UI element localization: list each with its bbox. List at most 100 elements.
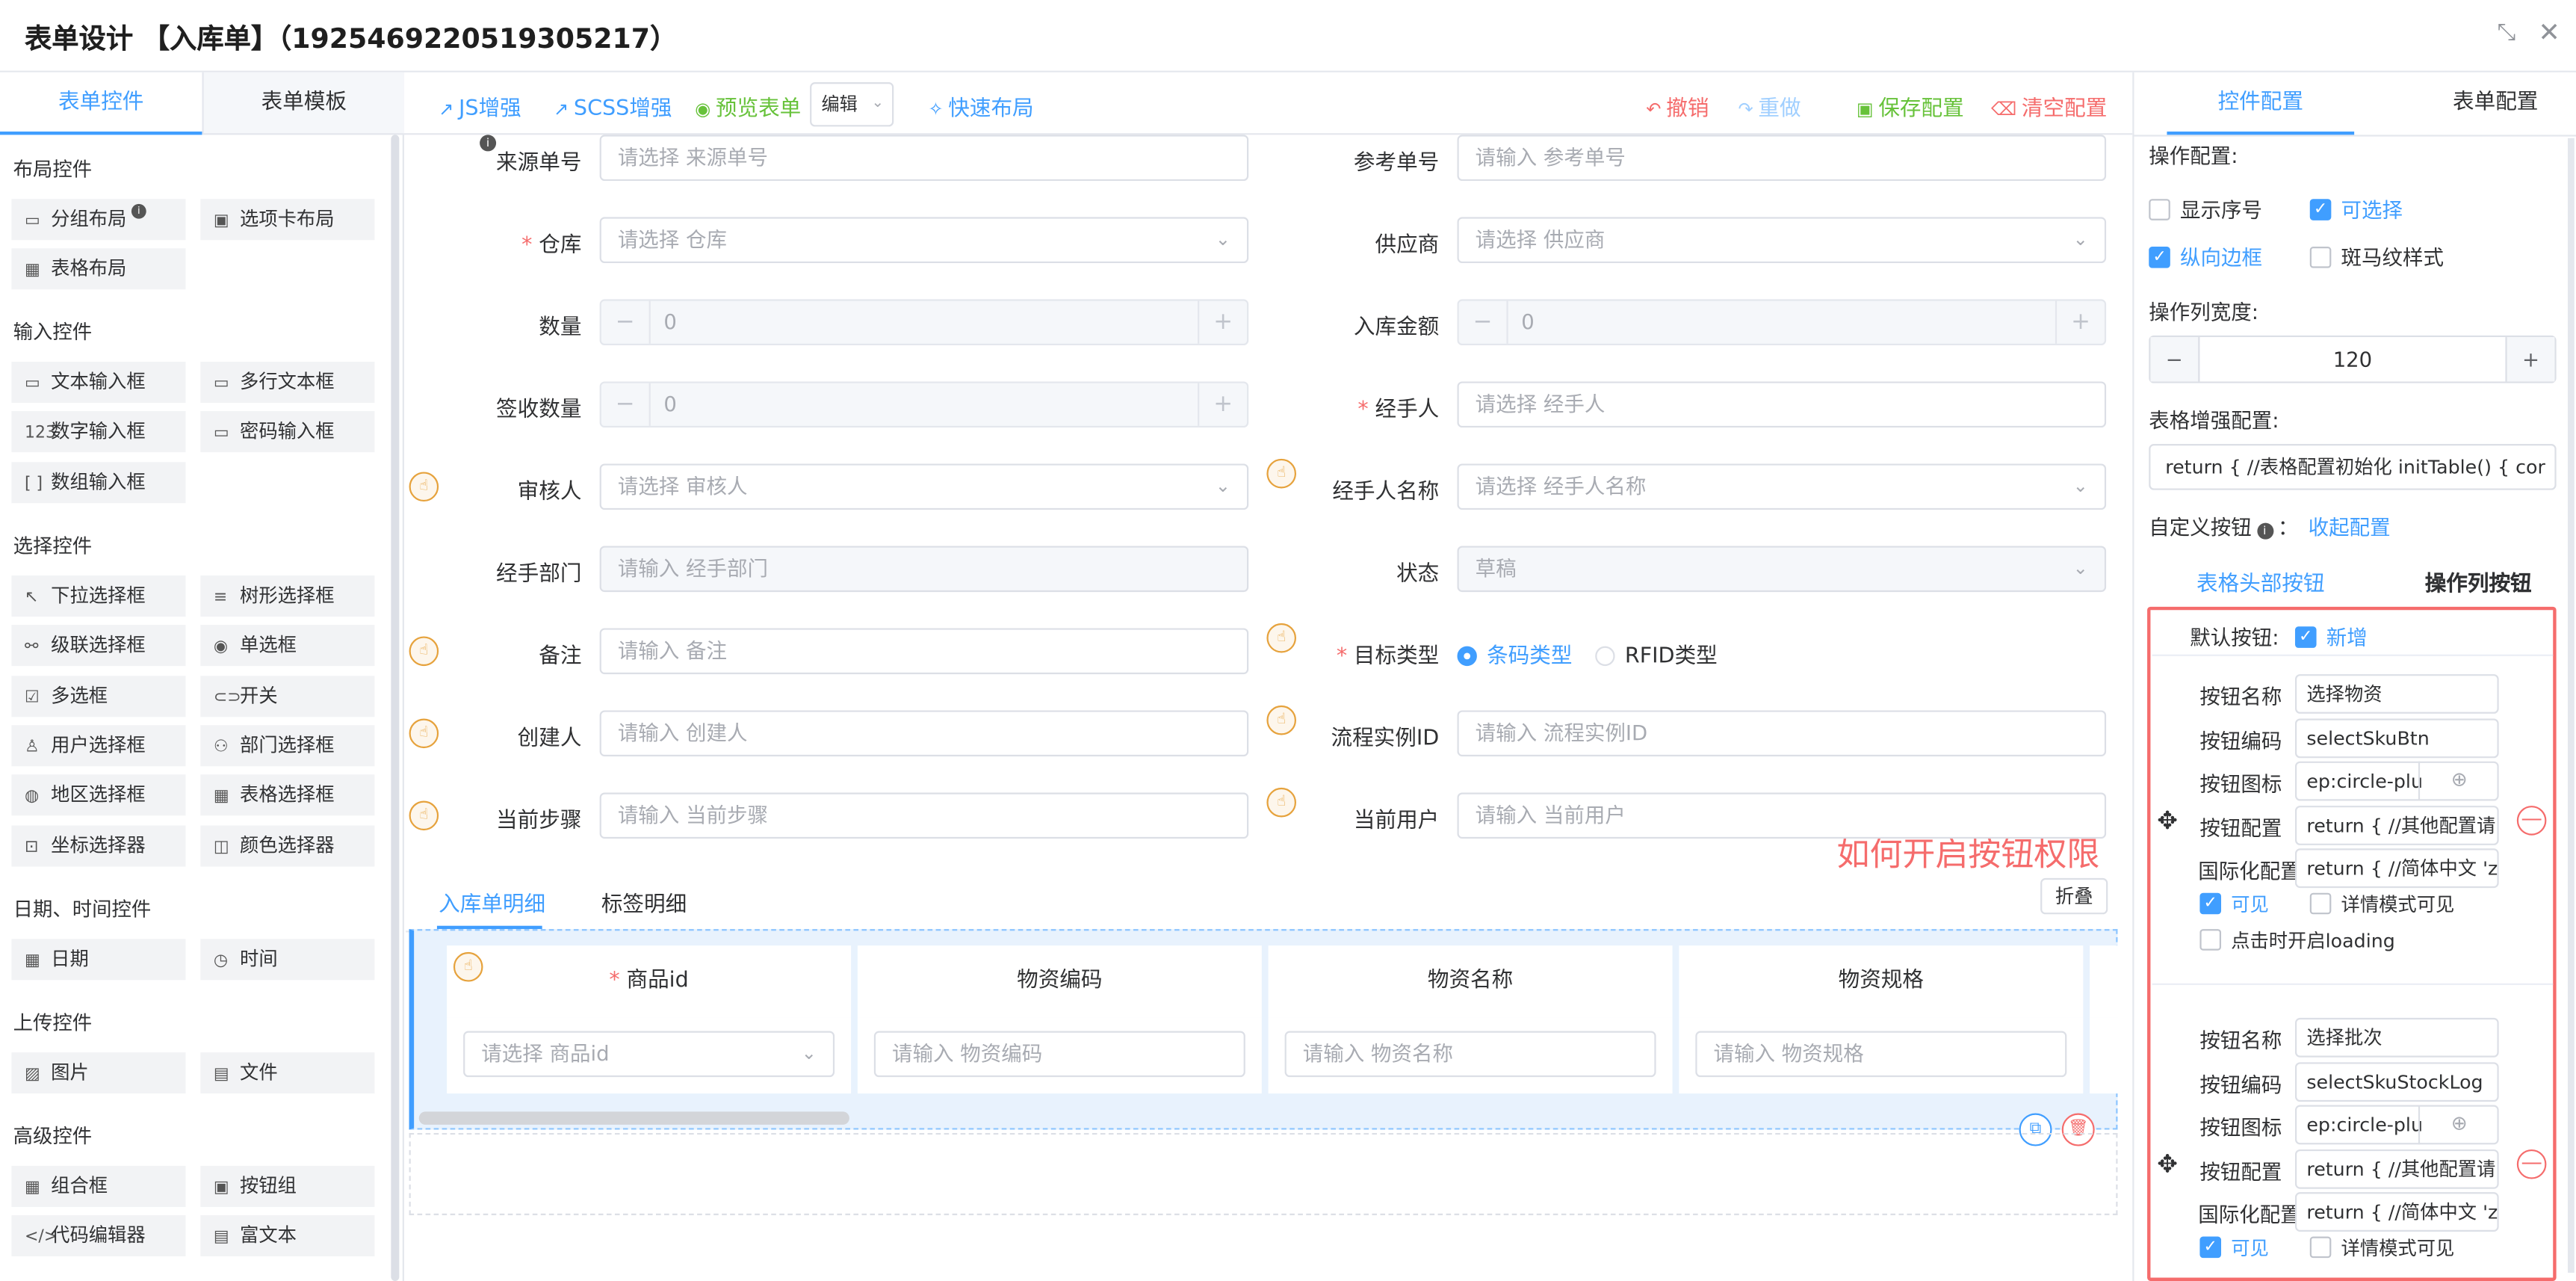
hint-icon[interactable]: ☝ (409, 472, 439, 502)
palette-item[interactable]: ▨ 图片 (11, 1052, 186, 1094)
radio-icon[interactable] (1595, 645, 1615, 665)
subtable-scrollbar[interactable] (418, 1111, 849, 1125)
palette-item[interactable]: ▦ 表格选择框 (200, 774, 375, 816)
redo-button[interactable]: ↷ 重做 (1739, 90, 1801, 122)
number-input[interactable]: −0 + (599, 381, 1249, 428)
table-cell-input[interactable]: 请选择 商品id ⌄ (463, 1031, 835, 1078)
detail-visible-checkbox[interactable]: 详情模式可见 (2309, 1235, 2454, 1261)
zebra-checkbox[interactable]: 斑马纹样式 (2309, 240, 2444, 271)
remove-circle-icon[interactable]: — (2516, 806, 2547, 836)
field-input[interactable]: 请选择 来源单号 (599, 135, 1249, 182)
checkbox[interactable] (2149, 199, 2170, 220)
palette-item[interactable]: </>代码编辑器 (11, 1215, 186, 1257)
mode-select[interactable]: 编辑 ⌄ (810, 82, 894, 127)
move-icon[interactable]: ✥ (2157, 806, 2178, 836)
vertical-border-checkbox[interactable]: ✓ 纵向边框 (2149, 240, 2262, 271)
right-scrollbar[interactable] (2568, 138, 2575, 1273)
close-icon[interactable]: ✕ (2538, 16, 2560, 48)
field-input[interactable]: 请选择 仓库 ⌄ (599, 217, 1249, 264)
field-input[interactable]: 请选择 审核人 ⌄ (599, 463, 1249, 510)
field-input[interactable]: 请选择 供应商 ⌄ (1457, 217, 2107, 264)
field-input[interactable]: 请输入 参考单号 (1457, 135, 2107, 182)
loading-checkbox[interactable]: 点击时开启loading (2199, 927, 2395, 954)
button-field-input[interactable]: return { //简体中文 'z (2294, 1192, 2499, 1232)
hint-icon[interactable]: ☝ (409, 718, 439, 749)
clear-config-button[interactable]: ⌫ 清空配置 (1991, 90, 2107, 122)
plus-icon[interactable]: + (1198, 300, 1247, 344)
radio-icon[interactable] (1457, 645, 1477, 665)
tab-label-detail[interactable]: 标签明细 (601, 886, 687, 918)
palette-item[interactable]: ▣ 选项卡布局 (200, 199, 375, 241)
op-width-stepper[interactable]: − 120 + (2149, 335, 2557, 383)
detail-visible-checkbox[interactable]: 详情模式可见 (2309, 892, 2454, 918)
hint-icon[interactable]: ☝ (453, 951, 483, 982)
button-field-input[interactable]: return { //其他配置请 (2294, 1148, 2499, 1188)
palette-item[interactable]: ▦ 组合框 (11, 1165, 186, 1207)
button-field-input[interactable]: 选择批次 (2294, 1017, 2499, 1058)
button-field-input[interactable]: selectSkuBtn (2294, 717, 2499, 758)
drop-zone[interactable] (409, 1132, 2118, 1215)
button-field-input[interactable]: 选择物资 (2294, 674, 2499, 714)
button-field-input[interactable]: return { //简体中文 'z (2294, 848, 2499, 889)
quick-layout-button[interactable]: ✧ 快速布局 (928, 90, 1033, 122)
palette-item[interactable]: 123数字输入框 (11, 411, 186, 453)
hint-icon[interactable]: ☝ (1266, 705, 1296, 735)
palette-item[interactable]: ◍ 地区选择框 (11, 774, 186, 816)
hint-icon[interactable]: ☝ (1266, 787, 1296, 818)
minus-icon[interactable]: − (2150, 337, 2200, 382)
field-input[interactable]: 请输入 经手部门 (599, 546, 1249, 593)
checkbox[interactable] (2309, 892, 2332, 915)
radio-label[interactable]: 条码类型 (1487, 644, 1572, 669)
compress-icon[interactable]: ⤡ (2497, 19, 2515, 46)
check-icon[interactable]: ✓ (2309, 199, 2332, 220)
palette-item[interactable]: ▦ 日期 (11, 939, 186, 981)
visible-checkbox[interactable]: ✓ 可见 (2199, 1235, 2269, 1261)
field-input[interactable]: 请输入 创建人 (599, 710, 1249, 757)
palette-item[interactable]: ▣ 按钮组 (200, 1165, 375, 1207)
preview-form-button[interactable]: ◉ 预览表单 (695, 90, 801, 122)
radio-label[interactable]: RFID类型 (1625, 644, 1718, 669)
plus-icon[interactable]: + (2055, 300, 2105, 344)
op-width-value[interactable]: 120 (2199, 337, 2505, 381)
tab-form-templates[interactable]: 表单模板 (202, 72, 404, 135)
field-input[interactable]: 请输入 备注 (599, 628, 1249, 675)
collapse-config-link[interactable]: 收起配置 (2309, 515, 2391, 540)
tab-form-config[interactable]: 表单配置 (2413, 72, 2576, 135)
palette-item[interactable]: ◫ 颜色选择器 (200, 824, 375, 866)
scss-enhance-button[interactable]: ↗ SCSS增强 (554, 90, 672, 122)
collapse-button[interactable]: 折叠 (2040, 877, 2108, 915)
move-icon[interactable]: ✥ (2157, 1149, 2178, 1179)
palette-item[interactable]: ▤ 文件 (200, 1052, 375, 1094)
button-field-input[interactable]: return { //其他配置请 (2294, 804, 2499, 845)
hint-icon[interactable]: ☝ (1266, 458, 1296, 489)
plus-circle-icon[interactable]: ⊕ (2418, 1105, 2499, 1145)
plus-icon[interactable]: + (2505, 337, 2555, 382)
save-config-button[interactable]: ▣ 保存配置 (1857, 90, 1964, 122)
tab-inbound-detail[interactable]: 入库单明细 (439, 886, 545, 918)
radio-group[interactable]: 条码类型 RFID类型 (1457, 638, 1718, 669)
palette-item[interactable]: ↖ 下拉选择框 (11, 575, 186, 617)
selectable-checkbox[interactable]: ✓ 可选择 (2309, 192, 2403, 223)
number-input[interactable]: −0 + (599, 299, 1249, 346)
palette-item[interactable]: ▭ 密码输入框 (200, 411, 375, 453)
palette-item[interactable]: ◉ 单选框 (200, 625, 375, 667)
check-icon[interactable]: ✓ (2294, 626, 2317, 648)
field-input[interactable]: 请输入 流程实例ID (1457, 710, 2107, 757)
palette-item[interactable]: ▤ 富文本 (200, 1215, 375, 1257)
field-input[interactable]: 草稿 ⌄ (1457, 546, 2107, 593)
palette-item[interactable]: ▭ 多行文本框 (200, 362, 375, 404)
checkbox[interactable] (2199, 929, 2222, 951)
minus-icon[interactable]: − (1459, 300, 1508, 344)
hint-icon[interactable]: ☝ (409, 800, 439, 831)
palette-item[interactable]: ⚯ 级联选择框 (11, 625, 186, 667)
palette-item[interactable]: ≡ 树形选择框 (200, 575, 375, 617)
palette-item[interactable]: ☑ 多选框 (11, 675, 186, 717)
table-cell-input[interactable]: 请输入 物资编码 (873, 1031, 1245, 1078)
remove-circle-icon[interactable]: — (2516, 1149, 2547, 1179)
tab-op-column-buttons[interactable]: 操作列按钮 (2425, 566, 2532, 597)
field-input[interactable]: 请选择 经手人名称 ⌄ (1457, 463, 2107, 510)
palette-item[interactable]: ⚇ 部门选择框 (200, 725, 375, 767)
palette-item[interactable]: ⊂⊃开关 (200, 675, 375, 717)
hint-icon[interactable]: ☝ (409, 636, 439, 667)
field-input[interactable]: 请输入 当前步骤 (599, 792, 1249, 839)
